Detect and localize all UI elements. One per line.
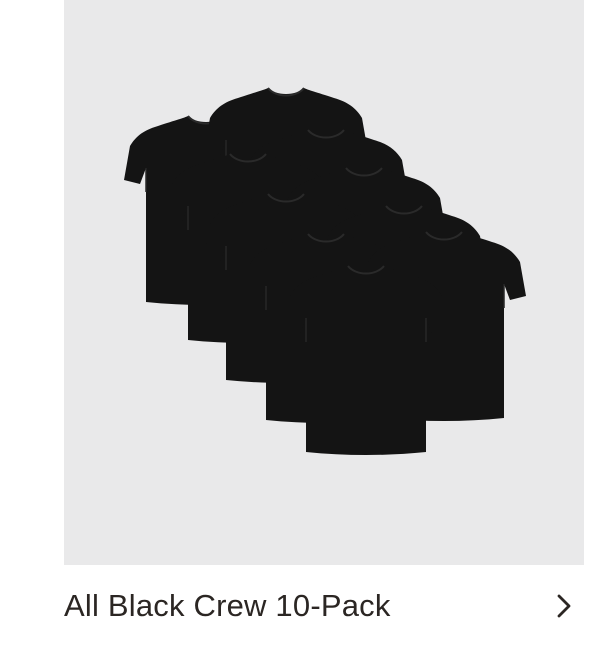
product-card[interactable]: All Black Crew 10-Pack (0, 0, 600, 648)
product-title: All Black Crew 10-Pack (64, 588, 391, 623)
product-image[interactable] (64, 0, 584, 565)
product-title-row[interactable]: All Black Crew 10-Pack (64, 582, 584, 630)
tshirt-10 (283, 265, 449, 456)
tshirt-stack-illustration (123, 87, 527, 456)
chevron-right-icon[interactable] (550, 592, 578, 620)
